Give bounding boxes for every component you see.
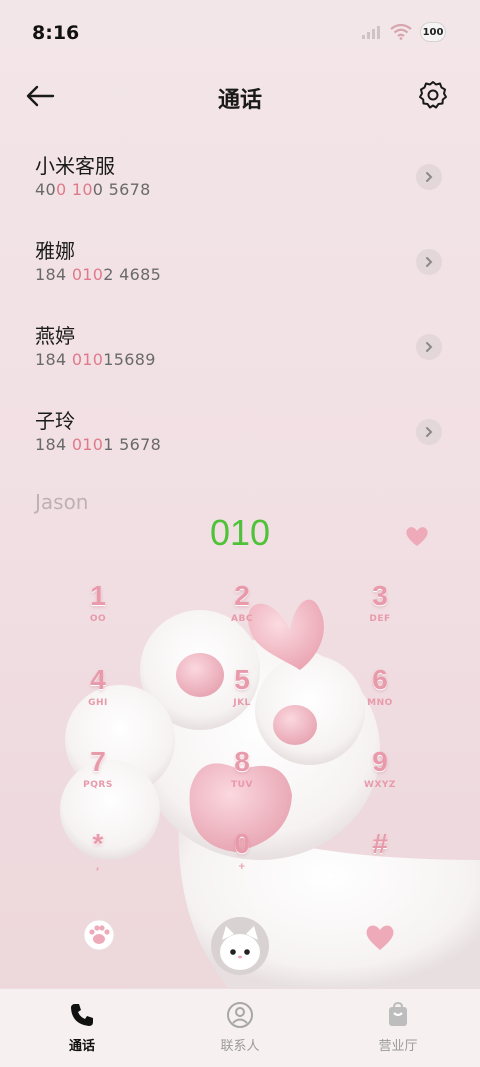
page-title: 通话 — [217, 88, 262, 113]
key-9[interactable]: 9 WXYZ — [330, 746, 430, 790]
contact-item[interactable]: 燕婷 184 01015689 — [0, 310, 480, 395]
bottom-navigation: 通话 联系人 营业厅 — [0, 988, 480, 1067]
contact-name: 小米客服 — [35, 154, 115, 178]
chevron-right-icon — [426, 342, 433, 352]
battery-icon: 100 — [420, 22, 446, 42]
nav-tab-shop[interactable]: 营业厅 — [338, 1001, 458, 1054]
key-8[interactable]: 8 TUV — [192, 746, 292, 790]
nav-label: 营业厅 — [378, 1039, 418, 1054]
contact-name: 子玲 — [35, 409, 75, 433]
gear-icon — [419, 81, 447, 109]
contact-detail-button[interactable] — [416, 164, 442, 190]
call-button[interactable] — [210, 916, 270, 980]
status-time: 8:16 — [32, 22, 80, 44]
contact-item[interactable]: 雅娜 184 0102 4685 — [0, 225, 480, 310]
settings-button[interactable] — [416, 78, 450, 112]
phone-icon — [71, 1004, 93, 1026]
status-bar: 8:16 100 — [0, 0, 480, 68]
key-3[interactable]: 3 DEF — [330, 580, 430, 624]
contact-detail-button[interactable] — [416, 419, 442, 445]
signal-icon — [362, 26, 380, 39]
dial-keypad: 1 OO 2 ABC 3 DEF 4 GHI 5 JKL 6 MNO 7 PQRS 8 TUV … — [0, 580, 480, 880]
contact-item[interactable]: 子玲 184 0101 5678 — [0, 395, 480, 480]
key-0[interactable]: 0 + — [192, 828, 292, 872]
contact-name: 雅娜 — [35, 239, 75, 263]
menu-paw-button[interactable] — [82, 918, 116, 956]
nav-tab-contacts[interactable]: 联系人 — [180, 1001, 300, 1054]
paw-icon — [83, 919, 115, 951]
contacts-icon — [227, 1002, 253, 1028]
key-2[interactable]: 2 ABC — [192, 580, 292, 624]
contact-detail-button[interactable] — [416, 334, 442, 360]
key-star[interactable]: *, — [48, 828, 148, 872]
shop-bag-icon — [389, 1001, 407, 1026]
wifi-icon — [390, 24, 412, 40]
nav-tab-calls[interactable]: 通话 — [22, 1001, 142, 1054]
cat-face-icon — [211, 917, 269, 975]
header: 通话 — [0, 68, 480, 124]
chevron-right-icon — [426, 427, 433, 437]
key-1[interactable]: 1 OO — [48, 580, 148, 624]
heart-decoration — [406, 527, 428, 546]
heart-icon — [366, 925, 394, 950]
chevron-right-icon — [426, 172, 433, 182]
key-6[interactable]: 6 MNO — [330, 664, 430, 708]
key-7[interactable]: 7 PQRS — [48, 746, 148, 790]
nav-label: 联系人 — [220, 1039, 260, 1054]
key-4[interactable]: 4 GHI — [48, 664, 148, 708]
contact-number: 184 0101 5678 — [35, 435, 162, 454]
contact-number: 400 100 5678 — [35, 180, 151, 199]
contact-list: 小米客服 400 100 5678 雅娜 184 0102 4685 燕婷 18… — [0, 140, 480, 565]
chevron-right-icon — [426, 257, 433, 267]
contact-name: Jason — [35, 490, 89, 514]
contact-number: 184 0102 4685 — [35, 265, 162, 284]
key-hash[interactable]: # — [330, 828, 430, 862]
contact-item[interactable]: 小米客服 400 100 5678 — [0, 140, 480, 225]
key-5[interactable]: 5 JKL — [192, 664, 292, 708]
contact-detail-button[interactable] — [416, 249, 442, 275]
heart-button[interactable] — [364, 922, 396, 956]
nav-label: 通话 — [68, 1039, 95, 1054]
contact-name: 燕婷 — [35, 324, 75, 348]
contact-number: 184 01015689 — [35, 350, 156, 369]
status-icons: 100 — [362, 22, 446, 42]
